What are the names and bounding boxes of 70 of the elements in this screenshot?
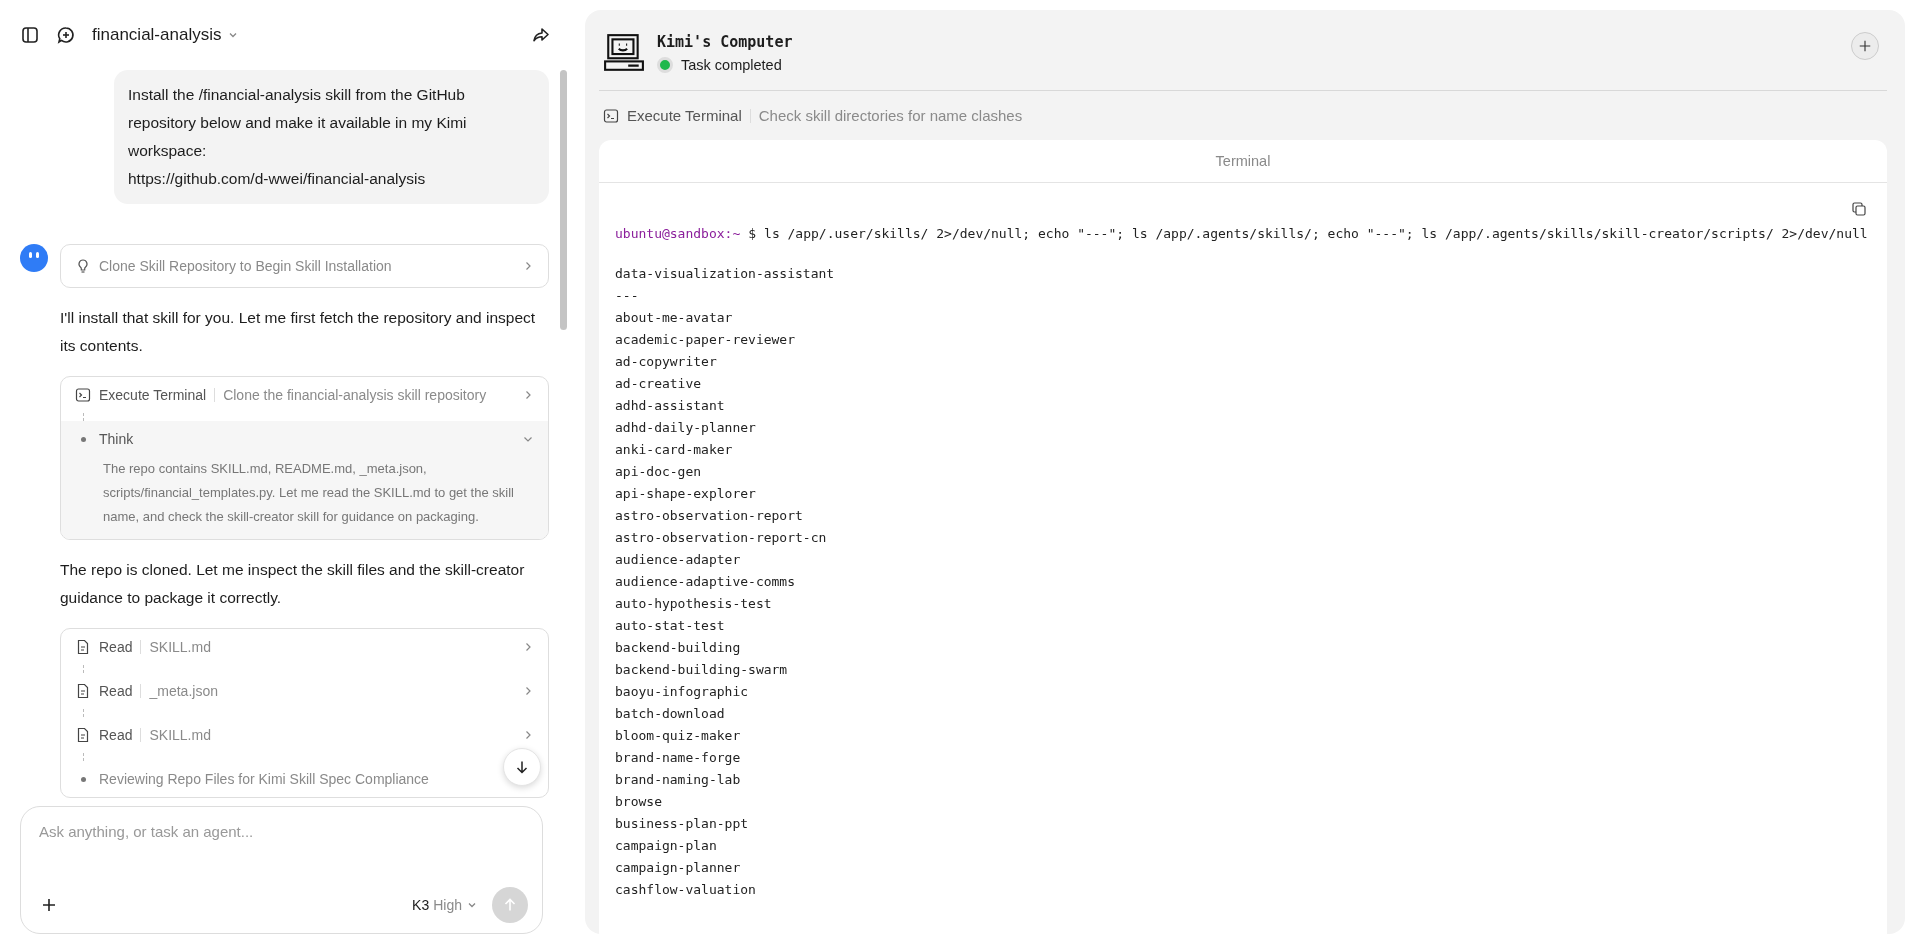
tool-step[interactable]: Read _meta.json <box>61 673 548 709</box>
status-text: Task completed <box>681 57 782 73</box>
model-selector[interactable]: K3 High <box>412 897 478 913</box>
assistant-avatar-icon <box>20 244 48 272</box>
status-step[interactable]: Reviewing Repo Files for Kimi Skill Spec Compliance <box>61 761 548 797</box>
terminal-output-line: astro-observation-report <box>614 507 804 525</box>
terminal-output-line: astro-observation-report-cn <box>614 529 828 547</box>
terminal-output-line: brand-naming-lab <box>614 771 742 789</box>
terminal-output-line: academic-paper-reviewer <box>614 331 796 349</box>
scroll-down-button[interactable] <box>503 748 541 786</box>
assistant-message-text: I'll install that skill for you. Let me first fetch the repository and inspect its contents. <box>60 308 537 356</box>
terminal-command: ls /app/.user/skills/ 2>/dev/null; echo "---"; ls /app/.agents/skills/; echo "---"; ls /app/.agents/skills/skill-creator/scripts/ 2>/dev/null <box>764 225 1868 243</box>
terminal-icon <box>603 107 619 124</box>
computer-icon <box>603 32 645 74</box>
terminal-output-line: --- <box>614 287 640 305</box>
terminal-output-line: backend-building <box>614 639 742 657</box>
terminal-output-line: brand-name-forge <box>614 749 742 767</box>
terminal-output-line: campaign-planner <box>614 859 742 877</box>
tool-step[interactable]: Read SKILL.md <box>61 717 548 753</box>
new-chat-icon[interactable] <box>56 25 76 45</box>
file-icon <box>75 639 91 655</box>
file-icon <box>75 683 91 699</box>
terminal-output-line: adhd-daily-planner <box>614 419 757 437</box>
sidebar-toggle-icon[interactable] <box>20 25 40 45</box>
step-detail: Check skill directories for name clashes <box>758 107 1023 124</box>
terminal-output-line: cashflow-valuation <box>614 881 757 899</box>
bullet-icon <box>81 436 86 442</box>
terminal-output-line: adhd-assistant <box>614 397 726 415</box>
lightbulb-icon <box>75 258 91 274</box>
terminal-output-line: about-me-avatar <box>614 309 734 327</box>
terminal-output-line: bloom-quiz-maker <box>614 727 742 745</box>
terminal-output-line: audience-adaptive-comms <box>614 573 796 591</box>
terminal-output-line: backend-building-swarm <box>614 661 789 679</box>
step-action: Execute Terminal <box>627 107 742 124</box>
terminal-output-line: ad-creative <box>614 375 703 393</box>
terminal-title: Terminal <box>599 140 1887 183</box>
terminal-output-line: api-shape-explorer <box>614 485 757 503</box>
plan-step[interactable]: Clone Skill Repository to Begin Skill Installation <box>60 244 549 288</box>
file-icon <box>75 727 91 743</box>
terminal-output-line: browse <box>614 793 663 811</box>
scrollbar[interactable] <box>560 70 567 330</box>
terminal-output-line: business-plan-ppt <box>614 815 750 833</box>
user-message-text: Install the /financial-analysis skill from the GitHub repository below and make it available in my Kimi workspace: <box>128 85 468 161</box>
bullet-icon <box>81 776 86 782</box>
terminal-prompt: ubuntu@sandbox:~ <box>615 225 741 243</box>
terminal-output-line: campaign-plan <box>614 837 718 855</box>
terminal-output-line: ad-copywriter <box>614 353 718 371</box>
panel-title: Kimi's Computer <box>657 33 793 51</box>
expand-button[interactable] <box>1851 32 1879 60</box>
terminal-output-line: api-doc-gen <box>614 463 703 481</box>
terminal-output-line: auto-hypothesis-test <box>614 595 773 613</box>
arrow-down-icon <box>514 759 530 775</box>
terminal-output-line: auto-stat-test <box>614 617 726 635</box>
think-text: The repo contains SKILL.md, README.md, _meta.json, scripts/financial_templates.py. Let me read the SKILL.md to get the skill name, and check the skill-creator skill for guidance on packaging. <box>102 460 515 526</box>
plus-icon <box>1858 39 1872 53</box>
conversation-title[interactable]: financial-analysis <box>92 25 240 45</box>
terminal-output-line: audience-adapter <box>614 551 742 569</box>
assistant-message-text: The repo is cloned. Let me inspect the skill files and the skill-creator guidance to package it correctly. <box>60 560 526 608</box>
think-label[interactable]: Think <box>99 431 134 447</box>
copy-icon[interactable] <box>1851 201 1867 217</box>
terminal-output-line: data-visualization-assistant <box>614 265 836 283</box>
tool-step[interactable]: Execute Terminal Clone the financial-analysis skill repository <box>61 377 548 413</box>
terminal-output-line: baoyu-infographic <box>614 683 750 701</box>
terminal-icon <box>75 387 91 403</box>
tool-step[interactable]: Read SKILL.md <box>61 629 548 665</box>
terminal-output-line: anki-card-maker <box>614 441 734 459</box>
prompt-symbol: $ <box>748 225 757 243</box>
repository-link[interactable]: https://github.com/d-wwei/financial-analysis <box>128 165 535 193</box>
arrow-up-icon <box>502 897 518 913</box>
terminal-output-line: batch-download <box>614 705 726 723</box>
